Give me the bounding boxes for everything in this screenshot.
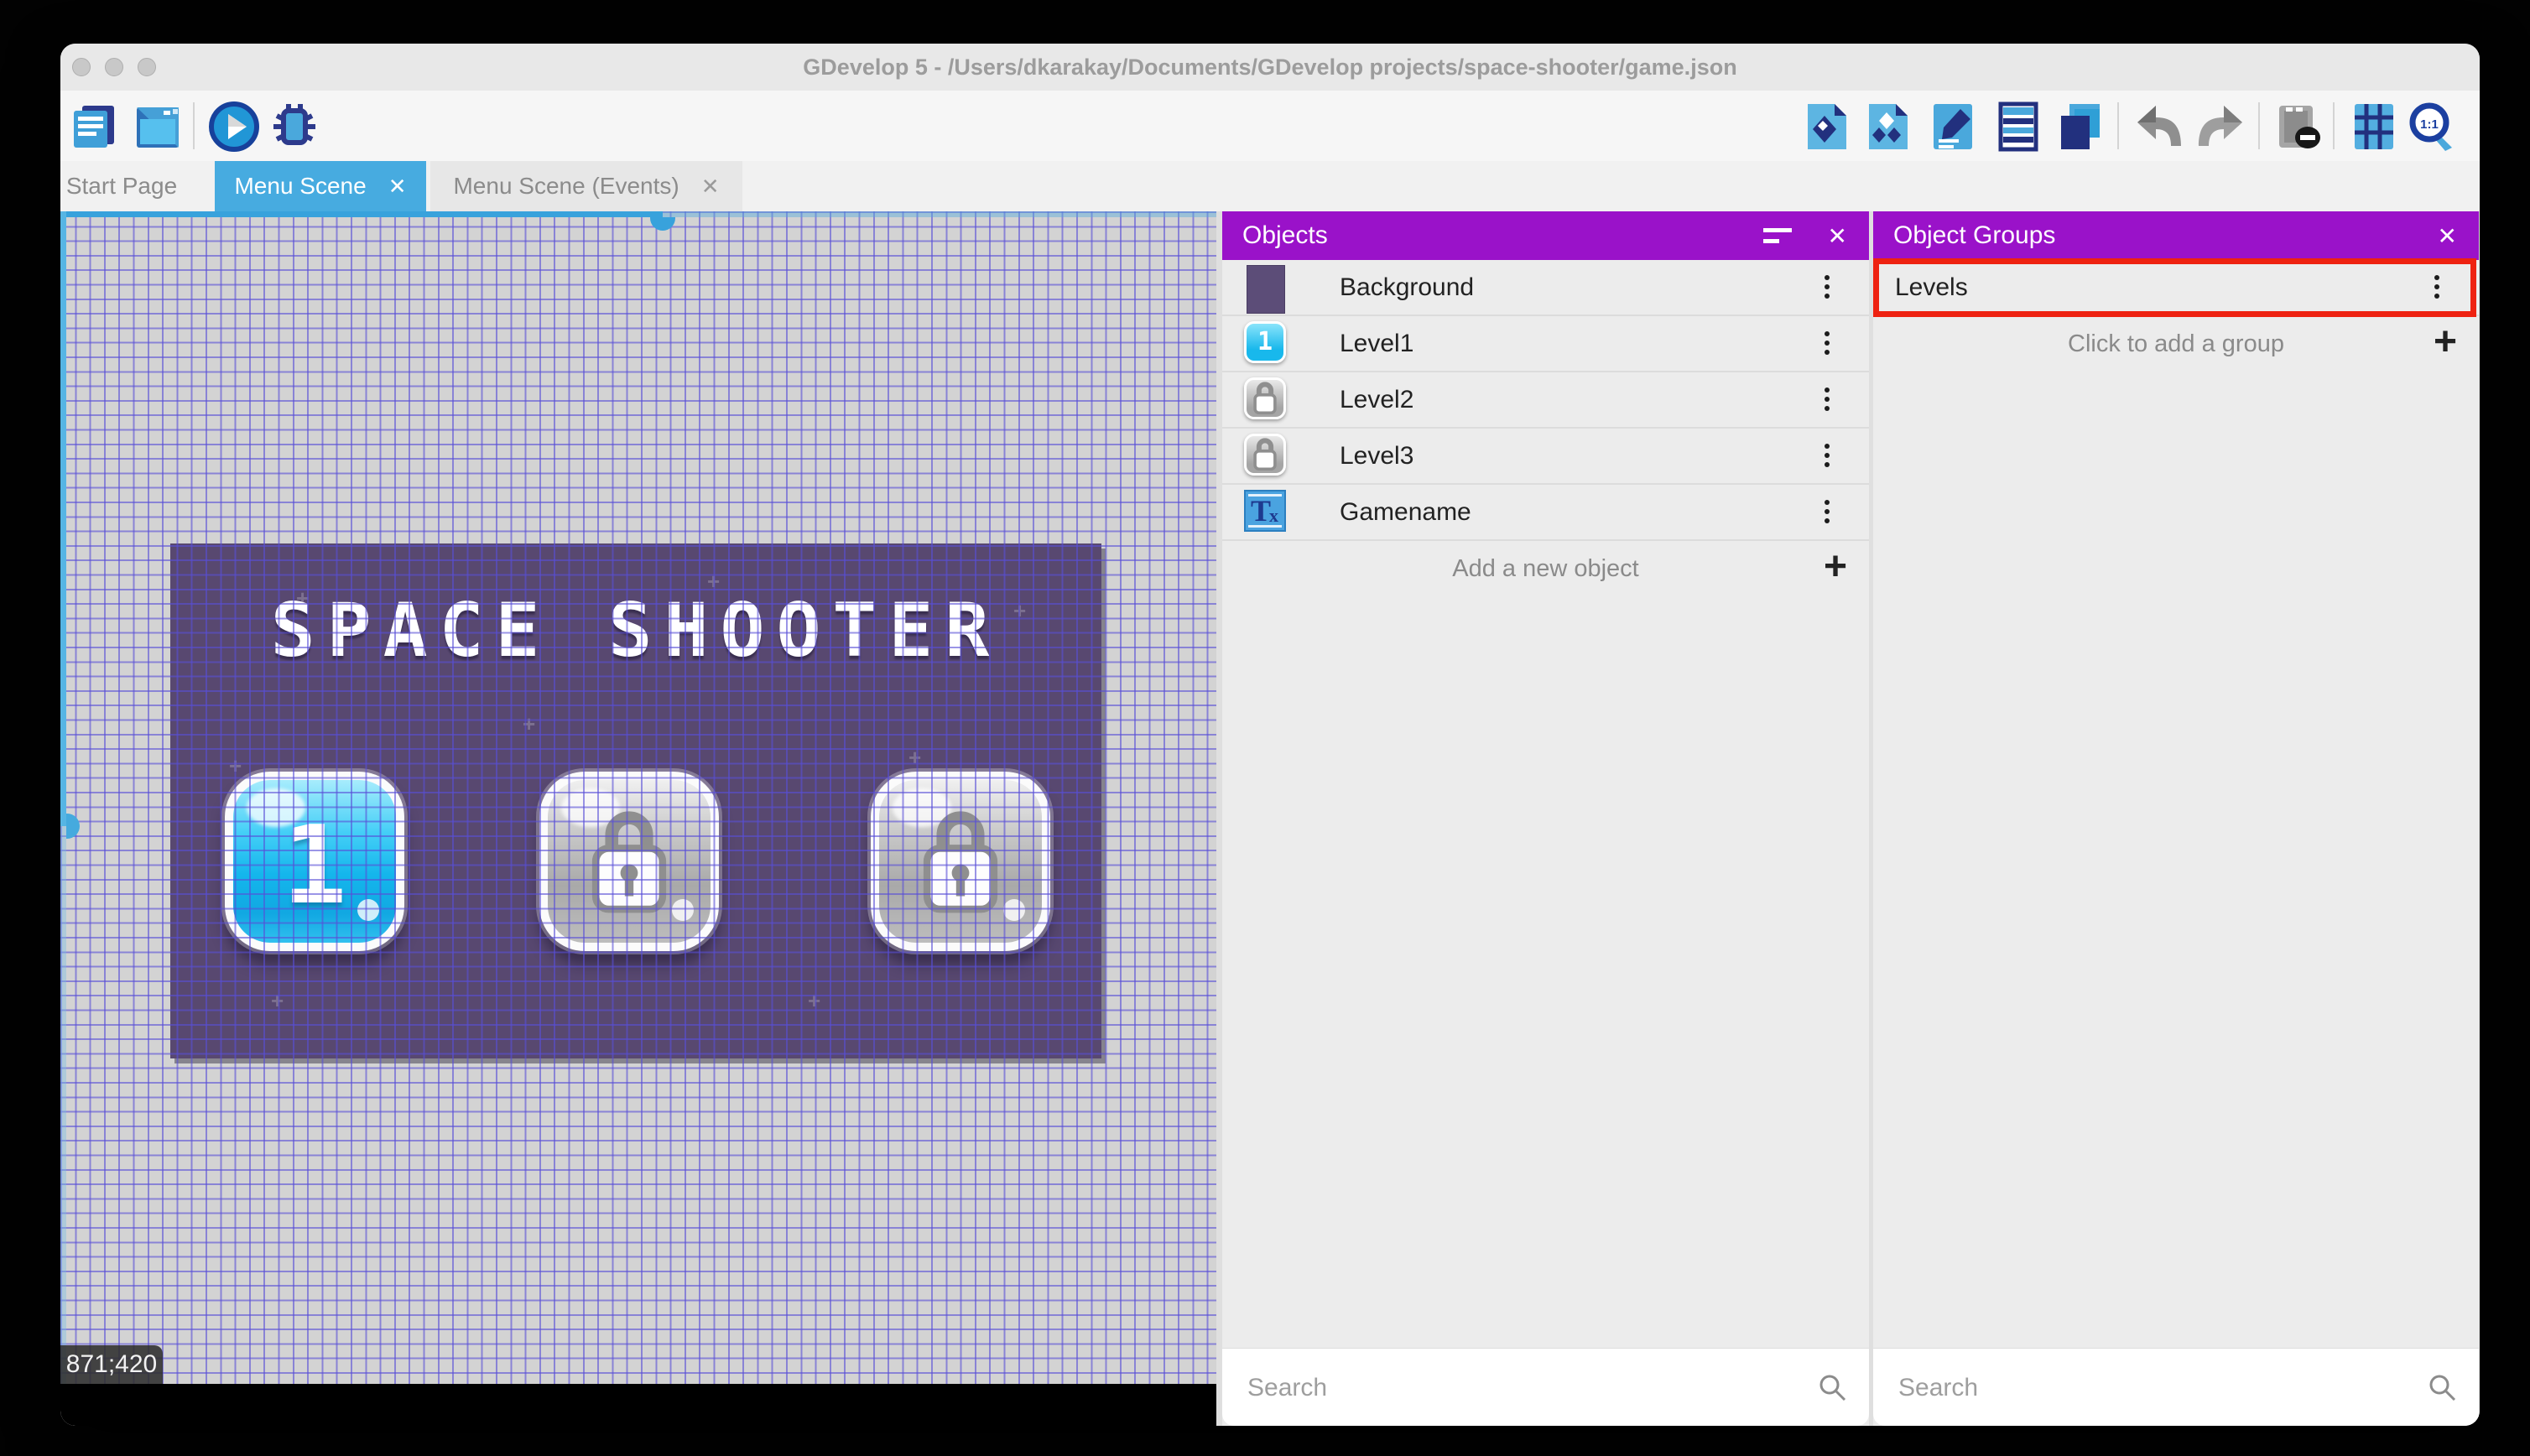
tab-label: Menu Scene (Events): [453, 173, 679, 199]
toolbar-separator: [2258, 102, 2260, 149]
level1-button-object[interactable]: 1: [225, 772, 404, 951]
selection-left-edge-faded: [60, 826, 66, 1384]
tab-menu-scene[interactable]: Menu Scene ✕: [215, 161, 426, 211]
tab-start-page[interactable]: Start Page: [63, 161, 180, 211]
selection-top-edge: [60, 211, 663, 217]
object-row-gamename[interactable]: Tx Gamename: [1222, 485, 1869, 541]
search-icon[interactable]: [1817, 1372, 1847, 1402]
plus-icon[interactable]: +: [1824, 541, 1847, 596]
main-toolbar: 1:1: [60, 91, 2480, 162]
scene-grid[interactable]: SPACE SHOOTER + + + + + + + + + + + 1: [60, 211, 1216, 1384]
color-swatch-icon: [1244, 265, 1288, 314]
object-row-level2[interactable]: Level2: [1222, 372, 1869, 429]
objects-list: Background 1 Level1 Level2 Level3 T x Ga…: [1222, 260, 1869, 596]
filter-icon[interactable]: [1761, 219, 1794, 252]
project-manager-icon[interactable]: [69, 101, 121, 153]
selection-left-edge: [60, 211, 66, 826]
locked-button-icon: [1244, 377, 1288, 421]
open-scene-icon[interactable]: [132, 101, 184, 153]
window-title: GDevelop 5 - /Users/dkarakay/Documents/G…: [803, 55, 1737, 80]
close-icon[interactable]: ✕: [1828, 222, 1847, 250]
group-row-levels[interactable]: Levels: [1873, 260, 2479, 316]
kebab-menu-icon[interactable]: [1810, 326, 1844, 360]
titlebar: GDevelop 5 - /Users/dkarakay/Documents/G…: [60, 44, 2480, 91]
game-title-text-object[interactable]: SPACE SHOOTER: [170, 587, 1101, 673]
object-groups-panel-title: Object Groups: [1893, 221, 2056, 249]
undo-icon[interactable]: [2132, 101, 2184, 153]
lock-icon: [591, 811, 667, 913]
level1-button-icon: 1: [1244, 321, 1288, 365]
object-groups-editor-icon[interactable]: [1861, 101, 1913, 153]
kebab-menu-icon[interactable]: [1810, 495, 1844, 528]
grid-icon[interactable]: [2348, 101, 2400, 153]
toolbar-separator: [2333, 102, 2335, 149]
kebab-menu-icon[interactable]: [1810, 439, 1844, 472]
selection-left-resize-handle[interactable]: [66, 814, 80, 839]
cursor-coordinates-badge: 871;420: [60, 1345, 163, 1384]
tab-bar: Start Page Menu Scene ✕ Menu Scene (Even…: [60, 161, 2480, 211]
svg-text:1:1: 1:1: [2420, 117, 2439, 132]
layers-icon[interactable]: [2054, 101, 2106, 153]
instances-list-icon[interactable]: [1992, 101, 2044, 153]
groups-search-input[interactable]: [1897, 1349, 2324, 1426]
objects-search-input[interactable]: [1246, 1349, 1702, 1426]
selection-top-edge-faded: [663, 211, 1216, 217]
object-row-level3[interactable]: Level3: [1222, 429, 1869, 485]
add-object-row[interactable]: Add a new object +: [1222, 541, 1869, 596]
tab-menu-scene-events[interactable]: Menu Scene (Events) ✕: [430, 161, 742, 211]
redo-icon[interactable]: [2195, 101, 2247, 153]
zoom-original-icon[interactable]: 1:1: [2407, 101, 2459, 153]
object-row-background[interactable]: Background: [1222, 260, 1869, 316]
play-button[interactable]: [208, 101, 260, 153]
debug-icon[interactable]: [268, 101, 320, 153]
level1-number: 1: [282, 803, 347, 928]
scene-editor-canvas[interactable]: SPACE SHOOTER + + + + + + + + + + + 1: [60, 211, 1216, 1426]
object-row-level1[interactable]: 1 Level1: [1222, 316, 1869, 372]
object-groups-panel: Object Groups ✕ Levels Click to add a gr…: [1873, 211, 2479, 1426]
objects-panel: Objects ✕ Background 1 Level1 Level2 Lev…: [1222, 211, 1869, 1426]
kebab-menu-icon[interactable]: [1810, 382, 1844, 416]
selection-top-resize-handle[interactable]: [650, 217, 675, 231]
scene-background-object[interactable]: SPACE SHOOTER + + + + + + + + + + + 1: [170, 543, 1101, 1058]
kebab-menu-icon[interactable]: [1810, 270, 1844, 304]
tab-label: Menu Scene: [234, 173, 367, 199]
close-tab-icon[interactable]: ✕: [388, 175, 407, 197]
close-tab-icon[interactable]: ✕: [701, 175, 720, 197]
kebab-menu-icon[interactable]: [2420, 270, 2454, 304]
close-icon[interactable]: ✕: [2438, 222, 2457, 250]
content-area: SPACE SHOOTER + + + + + + + + + + + 1: [60, 211, 2480, 1426]
gdevelop-window: GDevelop 5 - /Users/dkarakay/Documents/G…: [60, 44, 2480, 1426]
objects-search-bar: [1222, 1348, 1869, 1426]
search-icon[interactable]: [2427, 1372, 2457, 1402]
text-object-icon: Tx: [1244, 490, 1288, 533]
groups-list: Levels Click to add a group +: [1873, 260, 2479, 372]
screenshot-root: GDevelop 5 - /Users/dkarakay/Documents/G…: [0, 0, 2530, 1456]
objects-editor-icon[interactable]: [1799, 101, 1851, 153]
objects-panel-header: Objects ✕: [1222, 211, 1869, 260]
level3-locked-button-object[interactable]: [871, 772, 1050, 951]
groups-search-bar: [1873, 1348, 2479, 1426]
locked-button-icon: [1244, 434, 1288, 477]
tab-label: Start Page: [65, 173, 178, 199]
objects-panel-title: Objects: [1242, 221, 1328, 249]
level2-locked-button-object[interactable]: [539, 772, 719, 951]
render-mask-icon[interactable]: [2272, 101, 2324, 153]
toolbar-separator: [2117, 102, 2119, 149]
plus-icon[interactable]: +: [2434, 316, 2457, 372]
object-groups-panel-header: Object Groups ✕: [1873, 211, 2479, 260]
lock-icon: [923, 811, 998, 913]
properties-icon[interactable]: [1927, 101, 1979, 153]
toolbar-separator: [193, 102, 195, 149]
add-group-row[interactable]: Click to add a group +: [1873, 316, 2479, 372]
